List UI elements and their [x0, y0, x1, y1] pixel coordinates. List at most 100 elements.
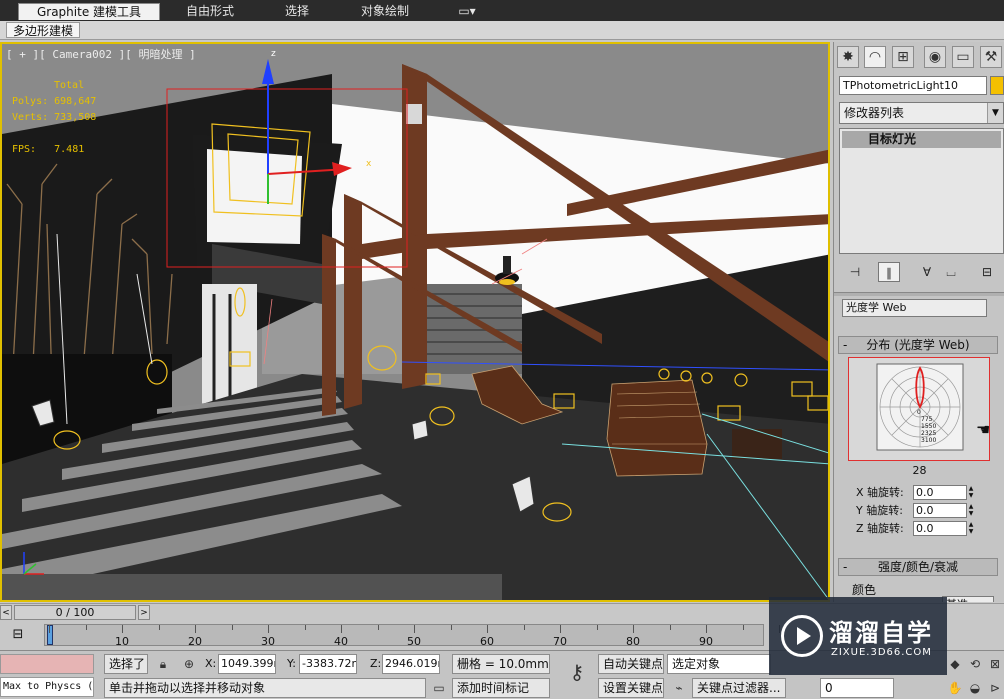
stats-total-label: Total	[54, 80, 85, 91]
z-coord-field[interactable]: 2946.019m	[382, 654, 440, 674]
x-coord-label: X:	[205, 657, 217, 670]
track-tick	[560, 625, 561, 633]
hand-cursor-icon: ☚	[976, 420, 991, 439]
selection-set-dropdown[interactable]: 选定对象	[667, 654, 771, 674]
y-coord-field[interactable]: -3383.72m	[299, 654, 357, 674]
set-key-button[interactable]: 设置关键点	[598, 678, 664, 698]
track-tick	[669, 625, 671, 630]
web-value-4: 3100	[921, 437, 936, 444]
camera-viewport[interactable]: z x [ + ][ Camera002 ][ 明暗处理 ] Total Pol…	[0, 42, 830, 602]
tick-label: 90	[699, 635, 713, 648]
utilities-icon[interactable]: ⚒	[980, 46, 1002, 68]
transform-mode-icon[interactable]: ⊕	[180, 655, 198, 673]
key-icon[interactable]: ⚷	[560, 662, 594, 682]
rollout-distribution-header[interactable]: - 分布 (光度学 Web)	[838, 336, 998, 354]
watermark-title: 溜溜自学	[829, 619, 933, 647]
maxscript-mini-listener[interactable]: Max to Physcs (	[0, 677, 94, 697]
viewport-label-menu[interactable]: [ + ][ Camera002 ][ 明暗处理 ]	[6, 46, 196, 62]
stats-verts: Verts: 733,508	[12, 112, 97, 123]
tab-freeform[interactable]: 自由形式	[170, 3, 250, 20]
pan-icon[interactable]: ✋	[946, 679, 964, 697]
time-next-button[interactable]: >	[138, 605, 150, 620]
maxscript-listener-output[interactable]	[0, 654, 94, 674]
current-frame-marker[interactable]	[47, 625, 53, 645]
chevron-down-icon: ▼	[987, 103, 1003, 123]
scene-render: z x	[2, 44, 828, 600]
prompt-line: 单击并拖动以选择并移动对象	[104, 678, 426, 698]
tab-graphite[interactable]: Graphite 建模工具	[18, 3, 160, 20]
x-rotation-spinner[interactable]: ▲ ▼	[967, 485, 975, 500]
ribbon-subtab-polygon-modeling[interactable]: 多边形建模	[6, 22, 81, 38]
configure-modifier-sets-icon[interactable]: ⊟	[976, 262, 998, 282]
orbit-icon[interactable]: ⟲	[966, 655, 984, 673]
play-logo-icon	[781, 615, 823, 657]
mini-curve-editor-icon[interactable]: ⊟	[6, 625, 30, 645]
web-value-2: 1550	[921, 423, 936, 430]
modifier-stack[interactable]: 目标灯光	[839, 128, 1004, 254]
z-rotation-field[interactable]: 0.0	[913, 521, 967, 536]
field-of-view-icon[interactable]: ⊳	[986, 679, 1004, 697]
grid-size-display: 栅格 = 10.0mm	[452, 654, 550, 674]
track-tick	[231, 625, 233, 630]
show-end-result-icon[interactable]: ∥	[878, 262, 900, 282]
track-tick	[414, 625, 415, 633]
rollout-intensity-header[interactable]: - 强度/颜色/衰减	[838, 558, 998, 576]
time-tag-icon[interactable]: ▭	[430, 679, 448, 697]
x-coord-field[interactable]: 1049.399m	[218, 654, 276, 674]
track-area[interactable]: 10 20 30 40 50 60 70 80 90	[44, 624, 780, 648]
walkthrough-icon[interactable]: ◒	[966, 679, 984, 697]
hierarchy-icon[interactable]: ⊞	[892, 46, 914, 68]
ribbon-tab-bar: Graphite 建模工具 自由形式 选择 对象绘制 ▭▾	[0, 0, 1004, 21]
key-mode-icon[interactable]: ⌁	[670, 679, 688, 697]
pin-stack-icon[interactable]: ⊣	[844, 262, 866, 282]
rollouts-area[interactable]: 光度学 Web - 分布 (光度学 Web) 0 775 1550 2325 3…	[834, 298, 1004, 602]
tab-selection[interactable]: 选择	[272, 3, 322, 20]
track-tick	[742, 625, 744, 630]
ribbon: Graphite 建模工具 自由形式 选择 对象绘制 ▭▾ 多边形建模	[0, 0, 1004, 40]
y-coord-label: Y:	[287, 657, 296, 670]
motion-icon[interactable]: ◉	[924, 46, 946, 68]
track-tick	[268, 625, 269, 633]
tick-label: 10	[115, 635, 129, 648]
add-time-tag-button[interactable]: 添加时间标记	[452, 678, 550, 698]
ribbon-options-dropdown[interactable]: ▭▾	[452, 3, 482, 20]
web-diagram-graphic: 0 775 1550 2325 3100	[876, 363, 964, 451]
modify-icon[interactable]: ◠	[864, 46, 886, 68]
lock-icon[interactable]: 🔒︎	[154, 655, 172, 673]
y-rotation-row: Y 轴旋转: 0.0 ▲ ▼	[856, 503, 973, 519]
stats-polys: Polys: 698,647	[12, 96, 97, 107]
z-rotation-spinner[interactable]: ▲ ▼	[967, 521, 975, 536]
color-base-dropdown[interactable]: 基准	[942, 596, 994, 602]
create-icon[interactable]: ✸	[837, 46, 859, 68]
z-rotation-row: Z 轴旋转: 0.0 ▲ ▼	[856, 521, 973, 537]
display-icon[interactable]: ▭	[952, 46, 974, 68]
object-color-swatch[interactable]	[990, 76, 1004, 95]
maximize-viewport-icon[interactable]: ⊠	[986, 655, 1004, 673]
y-rotation-field[interactable]: 0.0	[913, 503, 967, 518]
stack-item-target-light[interactable]: 目标灯光	[842, 131, 1001, 148]
auto-key-button[interactable]: 自动关键点	[598, 654, 664, 674]
time-prev-button[interactable]: <	[0, 605, 12, 620]
y-rotation-spinner[interactable]: ▲ ▼	[967, 503, 975, 518]
track-tick	[596, 625, 598, 630]
color-group-label: 颜色	[852, 583, 877, 597]
modifier-list-dropdown[interactable]: 修改器列表 ▼	[839, 102, 1004, 124]
object-name-field[interactable]: TPhotometricLight10	[839, 76, 987, 95]
zoom-icon[interactable]: ◆	[946, 655, 964, 673]
current-frame-field[interactable]: 0	[820, 678, 894, 698]
make-unique-icon[interactable]: ∀	[916, 262, 938, 282]
x-rotation-field[interactable]: 0.0	[913, 485, 967, 500]
tab-object-paint[interactable]: 对象绘制	[345, 3, 425, 20]
remove-modifier-icon[interactable]: ⌴	[940, 262, 962, 282]
y-rotation-label: Y 轴旋转:	[856, 504, 903, 517]
collapse-icon: -	[843, 338, 848, 352]
track-tick	[706, 625, 707, 633]
gizmo-z-label: z	[271, 49, 276, 59]
modifier-list-label: 修改器列表	[844, 106, 905, 120]
tick-label: 50	[407, 635, 421, 648]
collapse-icon: -	[843, 560, 848, 574]
web-file-index: 28	[912, 464, 927, 477]
time-slider-thumb[interactable]: 0 / 100	[14, 605, 136, 620]
distribution-dropdown[interactable]: 光度学 Web	[842, 299, 987, 317]
key-filters-button[interactable]: 关键点过滤器...	[692, 678, 786, 698]
